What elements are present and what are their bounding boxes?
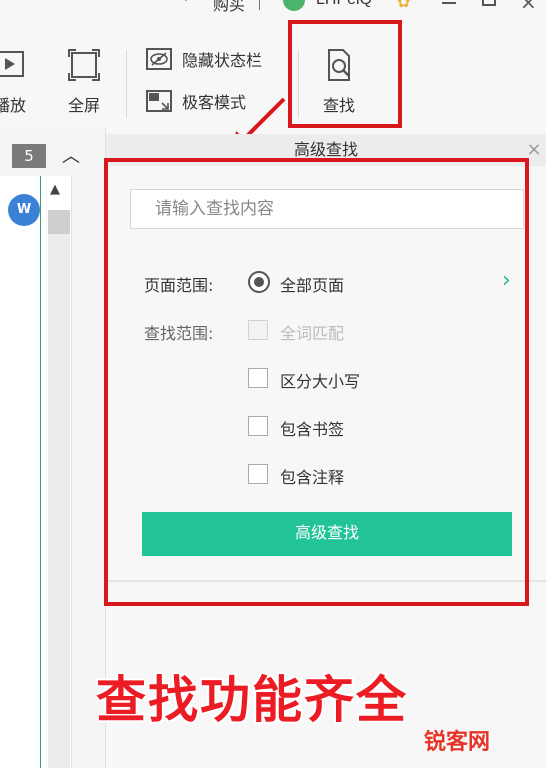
hide-statusbar-label: 隐藏状态栏 (182, 51, 263, 70)
play-button[interactable]: 播放 (0, 48, 30, 116)
fullscreen-icon (68, 49, 100, 81)
feature-caption: 查找功能齐全 (96, 671, 408, 729)
scroll-up-icon[interactable]: ▲ (50, 182, 60, 197)
page-boundary-line (40, 176, 41, 768)
geek-mode-icon (146, 90, 172, 112)
word-app-icon[interactable]: W (8, 194, 40, 226)
restore-icon[interactable] (482, 0, 496, 6)
page-sidebar: 5 ︿ W ▲ (0, 128, 106, 768)
fullscreen-button[interactable]: 全屏 (62, 48, 106, 116)
scrollbar-thumb[interactable] (48, 210, 70, 234)
play-icon (0, 51, 24, 77)
play-label: 播放 (0, 96, 26, 115)
scrollbar-track[interactable] (48, 234, 70, 768)
fullscreen-label: 全屏 (67, 96, 100, 115)
award-icon[interactable]: ✿ (397, 0, 415, 11)
avatar[interactable] (283, 0, 305, 11)
page-number-badge: 5 (12, 144, 46, 168)
watermark: 锐客网 (424, 730, 491, 755)
vip-icon[interactable]: ▶IP (185, 0, 204, 3)
toolbar-divider (126, 50, 127, 118)
username[interactable]: LHPeiQ (316, 0, 372, 9)
panel-highlight-box (104, 158, 529, 606)
minimize-icon[interactable] (442, 2, 456, 4)
chevron-up-icon[interactable]: ︿ (62, 142, 80, 168)
eye-icon (146, 48, 172, 70)
hide-statusbar-button[interactable]: 隐藏状态栏 (146, 47, 262, 71)
find-highlight-box (288, 20, 402, 128)
title-separator (259, 0, 260, 10)
title-bar: ▶IP 购买 LHPeiQ ✿ × (0, 0, 546, 14)
